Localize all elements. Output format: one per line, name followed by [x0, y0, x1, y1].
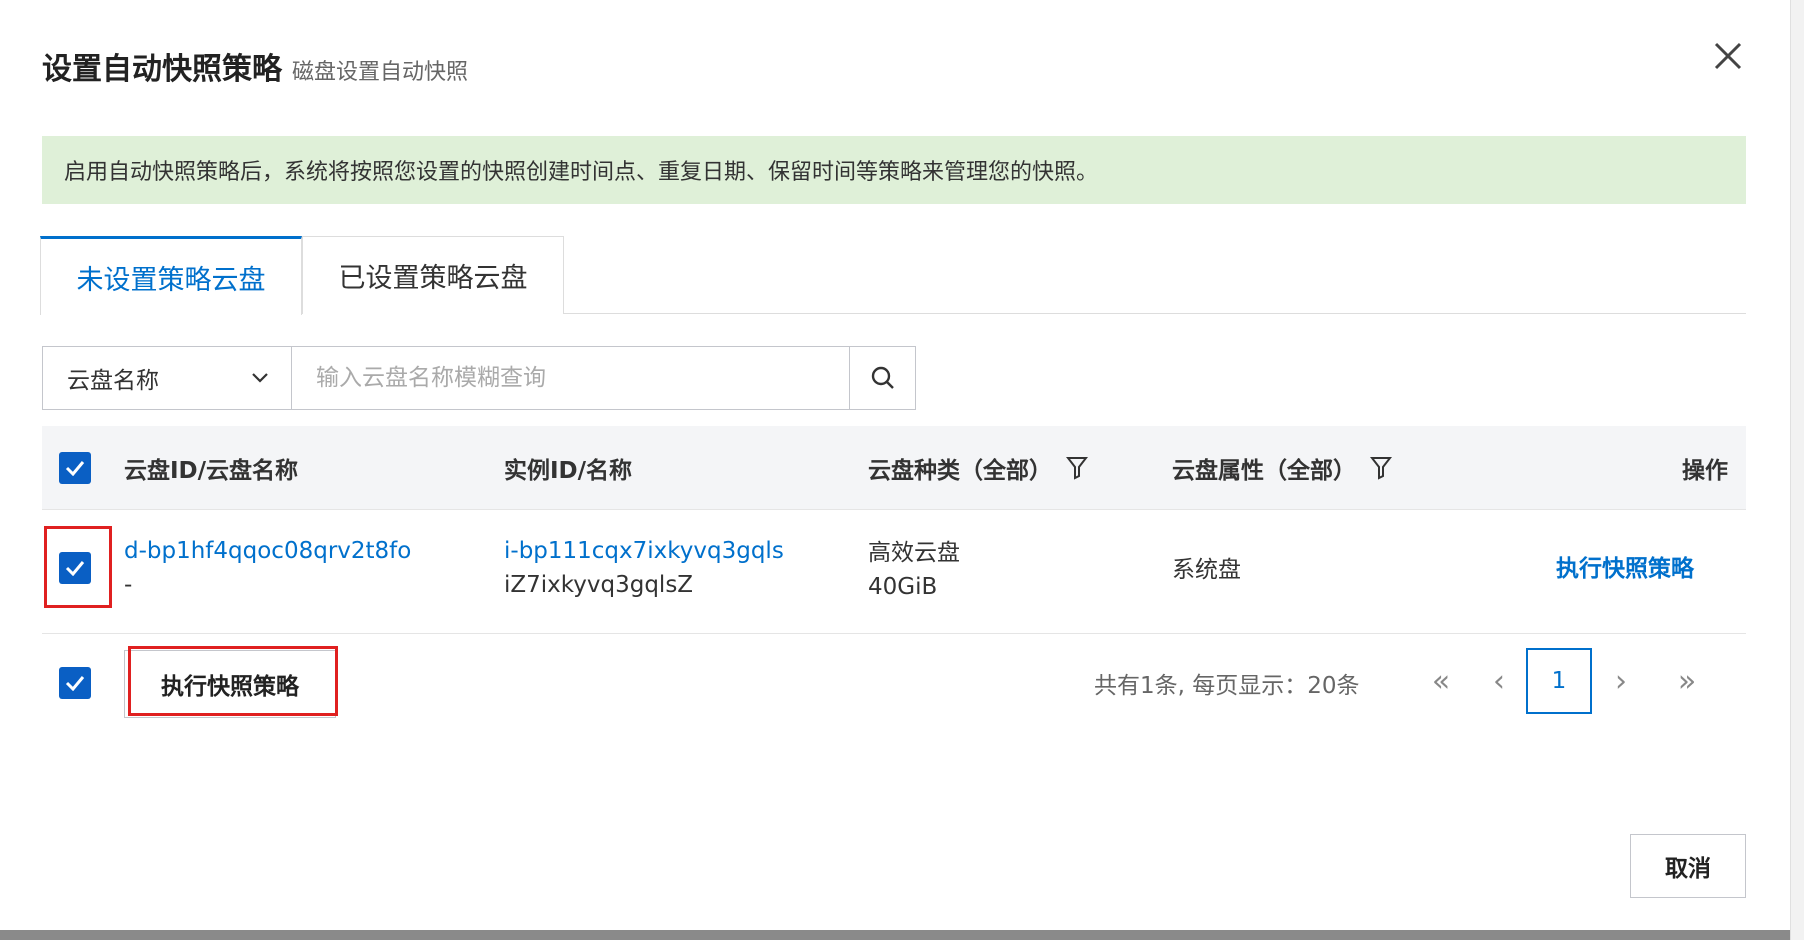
disk-type: 高效云盘 — [868, 540, 960, 566]
check-icon — [65, 461, 85, 476]
disk-name: - — [124, 572, 133, 598]
instance-id-link[interactable]: i-bp111cqx7ixkyvq3gqls — [504, 534, 784, 568]
page-1-button[interactable]: 1 — [1526, 648, 1592, 714]
disk-type-cell: 高效云盘 40GiB — [868, 536, 960, 604]
dialog-header: 设置自动快照策略 磁盘设置自动快照 — [42, 44, 468, 88]
disk-size: 40GiB — [868, 574, 938, 600]
search-input[interactable] — [292, 346, 850, 410]
close-icon-svg — [1714, 42, 1742, 70]
tab-set-policy-disks[interactable]: 已设置策略云盘 — [302, 236, 564, 314]
search-field-select[interactable]: 云盘名称 — [42, 346, 292, 410]
total-count-text: 共有1条, 每页显示：20条 — [1094, 673, 1360, 699]
filter-icon[interactable] — [1370, 455, 1392, 481]
disk-id-link[interactable]: d-bp1hf4qqoc08qrv2t8fo — [124, 534, 411, 568]
column-header-disk-attr[interactable]: 云盘属性（全部） — [1172, 426, 1392, 510]
instance-cell: i-bp111cqx7ixkyvq3gqls iZ7ixkyvq3gqlsZ — [504, 534, 784, 602]
next-page-button[interactable]: › — [1596, 648, 1646, 714]
prev-page-button[interactable]: ‹ — [1474, 648, 1524, 714]
disk-cell: d-bp1hf4qqoc08qrv2t8fo - — [124, 534, 411, 602]
select-all-checkbox[interactable] — [59, 452, 91, 484]
footer-select-all-checkbox[interactable] — [59, 667, 91, 699]
check-icon — [65, 676, 85, 691]
search-icon — [871, 366, 894, 389]
cancel-button[interactable]: 取消 — [1630, 834, 1746, 898]
column-header-instance: 实例ID/名称 — [504, 458, 633, 484]
column-header-disk-type-label: 云盘种类（全部） — [868, 458, 1052, 484]
last-page-button[interactable]: » — [1662, 648, 1712, 714]
column-header-disk-attr-label: 云盘属性（全部） — [1172, 458, 1356, 484]
disk-attr: 系统盘 — [1172, 557, 1241, 583]
dialog-title: 设置自动快照策略 — [42, 52, 282, 87]
dialog: 设置自动快照策略 磁盘设置自动快照 启用自动快照策略后，系统将按照您设置的快照创… — [0, 0, 1790, 930]
filter-icon[interactable] — [1066, 455, 1088, 481]
tab-unset-policy-disks[interactable]: 未设置策略云盘 — [40, 236, 302, 315]
table-row: d-bp1hf4qqoc08qrv2t8fo - i-bp111cqx7ixky… — [42, 510, 1746, 634]
dialog-subtitle: 磁盘设置自动快照 — [292, 60, 469, 85]
column-header-disk: 云盘ID/云盘名称 — [124, 458, 299, 484]
column-header-action: 操作 — [1682, 458, 1728, 484]
row-checkbox[interactable] — [59, 552, 91, 584]
chevron-down-icon — [252, 373, 268, 383]
check-icon — [65, 561, 85, 576]
first-page-button[interactable]: « — [1416, 648, 1466, 714]
column-header-disk-type[interactable]: 云盘种类（全部） — [868, 426, 1088, 510]
search-button[interactable] — [850, 346, 916, 410]
search-bar: 云盘名称 — [42, 346, 916, 410]
close-icon[interactable] — [1708, 38, 1748, 78]
instance-name: iZ7ixkyvq3gqlsZ — [504, 572, 694, 598]
notice-text: 启用自动快照策略后，系统将按照您设置的快照创建时间点、重复日期、保留时间等策略来… — [64, 160, 1099, 185]
notice-banner: 启用自动快照策略后，系统将按照您设置的快照创建时间点、重复日期、保留时间等策略来… — [42, 136, 1746, 204]
search-field-select-value: 云盘名称 — [67, 368, 159, 394]
background-page-edge — [1790, 0, 1804, 940]
table-header: 云盘ID/云盘名称 实例ID/名称 云盘种类（全部） 云盘属性（全部） 操作 — [42, 426, 1746, 510]
highlight-box — [128, 646, 338, 716]
execute-policy-link[interactable]: 执行快照策略 — [1556, 552, 1694, 586]
tab-bar: 未设置策略云盘 已设置策略云盘 — [40, 236, 1746, 315]
